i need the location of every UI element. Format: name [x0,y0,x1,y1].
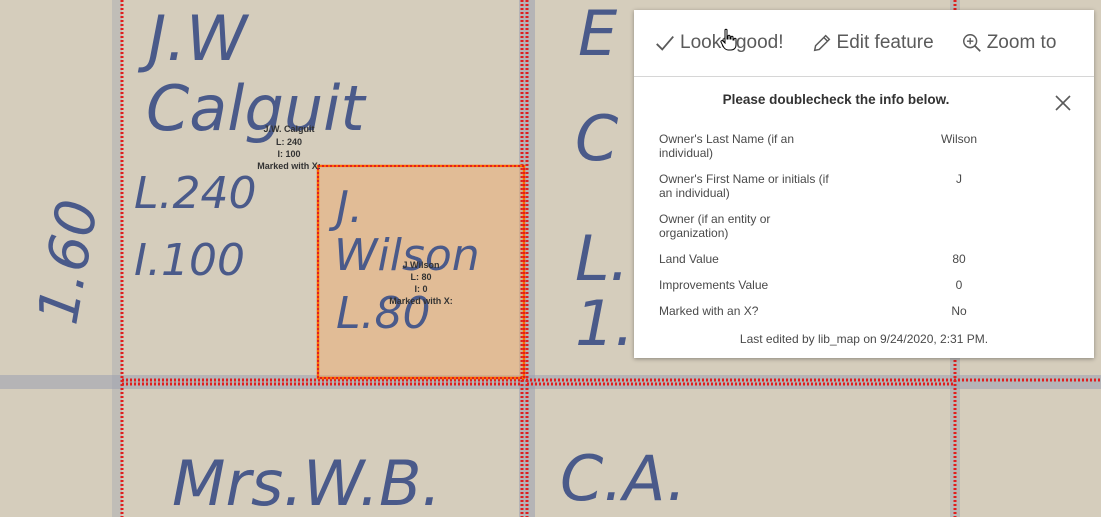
attr-value: 0 [955,278,963,292]
zoom-in-icon [962,34,981,52]
svg-text:J Wilson: J Wilson [403,260,440,270]
hand-e-top: E [578,0,618,70]
attr-row: Owner's Last Name (if an individual) Wil… [659,132,1079,172]
attr-key: Owner (if an entity or organization) [659,212,771,240]
svg-text:I: 100: I: 100 [277,149,300,159]
attr-key: Owner's Last Name (if an individual) [659,132,795,160]
svg-text:I: 0: I: 0 [414,284,427,294]
attr-value: Wilson [940,132,977,146]
hand-calguit: Calguit [146,72,367,145]
hand-c-right: C [575,102,619,175]
svg-text:L: 240: L: 240 [276,137,302,147]
pencil-icon [813,34,830,52]
edit-feature-label: Edit feature [836,32,934,53]
popup-toolbar: Looks good! Edit feature Zoom to [634,10,1094,77]
close-icon[interactable] [1052,92,1074,114]
hand-pointer-icon [720,28,737,51]
street-horizontal [0,375,1101,389]
hand-i-right: 1. [575,287,634,360]
svg-text:Marked with X:: Marked with X: [257,161,321,171]
svg-text:Marked with X:: Marked with X: [389,296,453,306]
attr-value: 80 [952,252,966,266]
hand-i100: I.100 [134,235,245,286]
zoom-to-button[interactable]: Zoom to [961,32,1057,54]
attr-value: No [951,304,967,318]
attr-value: J [956,172,962,186]
attr-row: Marked with an X? No [659,304,1079,330]
svg-text:L: 80: L: 80 [410,272,431,282]
attr-key: Marked with an X? [659,304,759,318]
zoom-to-label: Zoom to [986,32,1057,53]
attr-key: Improvements Value [659,278,769,292]
hand-l240: L.240 [134,168,256,219]
hand-jw: J.W [137,2,250,75]
attr-row: Owner (if an entity or organization) [659,212,1079,252]
svg-text:J.W. Calguit: J.W. Calguit [263,124,314,134]
attr-value [839,212,1079,252]
attr-key: Land Value [659,252,719,266]
attribute-table: Owner's Last Name (if an individual) Wil… [659,132,1079,330]
hand-mrswb: Mrs.W.B. [172,447,441,517]
hand-wilson: Wilson [334,230,480,281]
hand-l-right: L. [575,222,629,295]
attr-row: Owner's First Name or initials (if an in… [659,172,1079,212]
edit-feature-button[interactable]: Edit feature [811,32,934,54]
attr-row: Improvements Value 0 [659,278,1079,304]
check-icon [656,35,674,51]
attr-row: Land Value 80 [659,252,1079,278]
attr-key: Owner's First Name or initials (if an in… [659,172,829,200]
feature-popup: Looks good! Edit feature Zoom to Please … [634,10,1094,358]
last-edited-info: Last edited by lib_map on 9/24/2020, 2:3… [739,332,989,346]
popup-title: Please doublecheck the info below. [722,92,950,107]
hand-ca: C.A. [560,442,686,515]
